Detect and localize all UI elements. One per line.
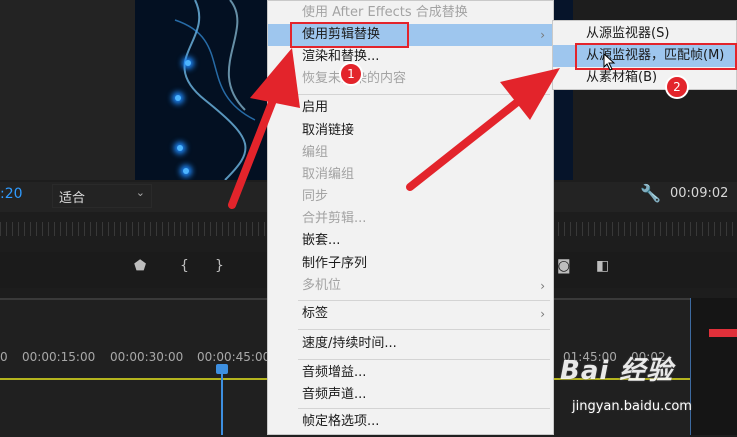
- arrow-2-shaft: [406, 96, 524, 191]
- step-badge-1: 1: [339, 62, 363, 86]
- arrow-1-head: [250, 48, 300, 108]
- baidu-watermark-url: jingyan.baidu.com: [572, 399, 692, 414]
- baidu-watermark-logo: Bai 经验: [560, 356, 674, 386]
- mouse-cursor-icon: [603, 53, 616, 71]
- arrow-1-shaft: [228, 91, 279, 209]
- step-badge-2: 2: [665, 75, 689, 99]
